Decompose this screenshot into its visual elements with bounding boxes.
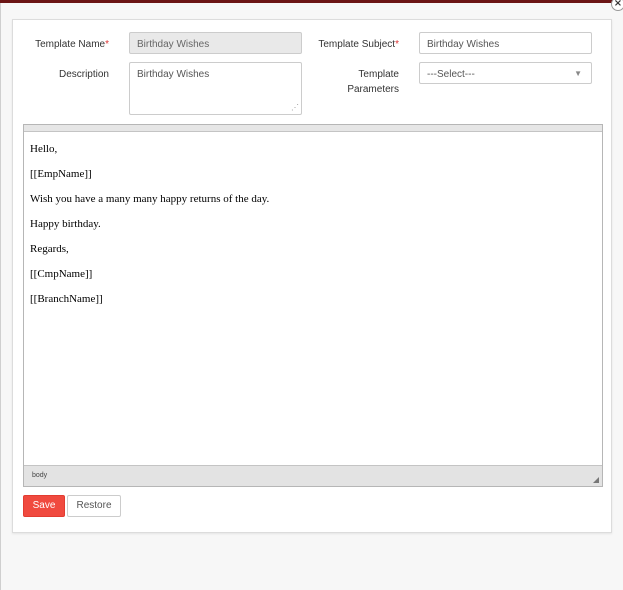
save-button[interactable]: Save xyxy=(23,495,65,517)
description-textarea[interactable]: Birthday Wishes ⋰ xyxy=(129,62,302,115)
description-label: Description xyxy=(58,69,109,80)
template-subject-field[interactable]: Birthday Wishes xyxy=(419,32,592,54)
template-subject-label: Template Subject* xyxy=(318,39,399,50)
close-icon[interactable]: × xyxy=(611,0,623,11)
resize-handle-icon[interactable] xyxy=(593,477,599,483)
template-name-label: Template Name* xyxy=(35,39,109,50)
template-form-card: Template Name* Birthday Wishes Template … xyxy=(12,19,612,533)
editor-line: [[CmpName]] xyxy=(30,268,93,280)
template-parameters-label: Template Parameters xyxy=(347,69,399,95)
resize-grip-icon[interactable]: ⋰ xyxy=(291,104,299,112)
template-name-field[interactable]: Birthday Wishes xyxy=(129,32,302,54)
editor-line: [[EmpName]] xyxy=(30,168,92,180)
editor-line: Wish you have a many many happy returns … xyxy=(30,193,270,205)
editor-line: Happy birthday. xyxy=(30,218,101,230)
restore-button[interactable]: Restore xyxy=(67,495,121,517)
rich-text-editor[interactable]: Hello, [[EmpName]] Wish you have a many … xyxy=(23,124,603,487)
editor-line: Hello, xyxy=(30,143,58,155)
element-path[interactable]: body xyxy=(32,472,47,479)
editor-line: Regards, xyxy=(30,243,69,255)
editor-content[interactable]: Hello, [[EmpName]] Wish you have a many … xyxy=(24,132,602,465)
editor-toolbar xyxy=(24,125,602,132)
chevron-down-icon: ▼ xyxy=(574,69,582,78)
editor-status-bar: body xyxy=(24,465,602,486)
editor-line: [[BranchName]] xyxy=(30,293,103,305)
template-parameters-select[interactable]: ---Select--- ▼ xyxy=(419,62,592,84)
template-editor-modal: × Template Name* Birthday Wishes Templat… xyxy=(0,0,623,590)
